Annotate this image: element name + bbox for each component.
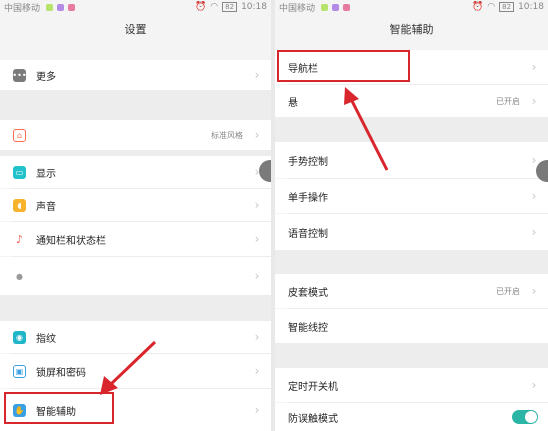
display-icon: ▭: [13, 165, 26, 179]
page-title: 智能辅助: [389, 23, 434, 36]
assist-item-voice[interactable]: 语音控制 ›: [275, 214, 548, 250]
section-gap: [275, 117, 548, 142]
chevron-right-icon: ›: [531, 225, 537, 239]
assist-item-wire-control[interactable]: 智能线控: [275, 309, 548, 343]
section-gap: [0, 90, 271, 120]
settings-item-notification[interactable]: ♪ 通知栏和状态栏 ›: [0, 222, 271, 256]
fingerprint-icon: ◉: [13, 330, 26, 344]
settings-screen: 中国移动 ⏰ ◠ 82 10:18 设置 ••• 更多 › ⌂ 标准风格 › ▭…: [0, 0, 271, 431]
more-icon: •••: [12, 68, 27, 82]
page-title: 设置: [124, 23, 147, 36]
settings-item-more[interactable]: ••• 更多 ›: [0, 60, 271, 90]
status-icon: [68, 3, 76, 11]
chevron-right-icon: ›: [254, 68, 260, 82]
status-icon: [321, 3, 329, 11]
chevron-right-icon: ›: [531, 60, 537, 74]
battery-indicator: 82: [499, 2, 515, 12]
status-icon: [332, 3, 340, 11]
status-icon: [46, 3, 54, 11]
partial-icon: ●: [13, 269, 26, 283]
settings-item-theme[interactable]: ⌂ 标准风格 ›: [0, 120, 271, 150]
wifi-icon: ◠: [210, 2, 219, 12]
section-gap: [0, 295, 271, 321]
status-icon: [343, 3, 351, 11]
chevron-right-icon: ›: [254, 128, 260, 142]
assist-item-floating[interactable]: 悬 已开启 ›: [275, 85, 548, 117]
settings-item-obscured[interactable]: ● ›: [0, 257, 271, 295]
chevron-right-icon: ›: [254, 269, 260, 283]
status-bar: 中国移动 ⏰ ◠ 82 10:18: [275, 0, 548, 14]
anti-touch-toggle[interactable]: [512, 410, 538, 424]
home-icon: ⌂: [13, 128, 26, 142]
status-icon: [57, 3, 65, 11]
chevron-right-icon: ›: [531, 94, 537, 108]
wifi-icon: ◠: [487, 2, 496, 12]
red-arrow-icon: [344, 87, 389, 171]
chevron-right-icon: ›: [254, 330, 260, 344]
alarm-icon: ⏰: [472, 2, 484, 12]
red-arrow-icon: [100, 340, 157, 395]
assist-item-gesture[interactable]: 手势控制 ›: [275, 142, 548, 178]
carrier-label: 中国移动: [4, 3, 41, 14]
status-bar: 中国移动 ⏰ ◠ 82 10:18: [0, 0, 271, 14]
lock-icon: ▣: [13, 364, 26, 378]
chevron-right-icon: ›: [531, 378, 537, 392]
highlight-box: [277, 50, 410, 82]
assist-item-anti-touch[interactable]: 防误触模式: [275, 403, 548, 431]
chevron-right-icon: ›: [531, 189, 537, 203]
alarm-icon: ⏰: [195, 2, 207, 12]
section-gap: [275, 343, 548, 368]
battery-indicator: 82: [222, 2, 238, 12]
settings-item-display[interactable]: ▭ 显示 ›: [0, 156, 271, 188]
clock: 10:18: [518, 2, 544, 12]
sound-icon: ◖: [13, 198, 26, 212]
chevron-right-icon: ›: [254, 232, 260, 246]
carrier-label: 中国移动: [279, 3, 316, 14]
chevron-right-icon: ›: [254, 364, 260, 378]
settings-item-sound[interactable]: ◖ 声音 ›: [0, 189, 271, 221]
smart-assist-screen: 中国移动 ⏰ ◠ 82 10:18 智能辅助 导航栏 › 悬 已开启 › 手势控…: [275, 0, 548, 431]
clock: 10:18: [241, 2, 267, 12]
chevron-right-icon: ›: [254, 198, 260, 212]
chevron-right-icon: ›: [254, 403, 260, 417]
assist-item-cover-mode[interactable]: 皮套模式 已开启 ›: [275, 274, 548, 308]
assist-item-timer-power[interactable]: 定时开关机 ›: [275, 368, 548, 402]
chevron-right-icon: ›: [531, 284, 537, 298]
notification-icon: ♪: [13, 232, 26, 246]
section-gap: [275, 250, 548, 274]
assist-item-one-hand[interactable]: 单手操作 ›: [275, 179, 548, 213]
